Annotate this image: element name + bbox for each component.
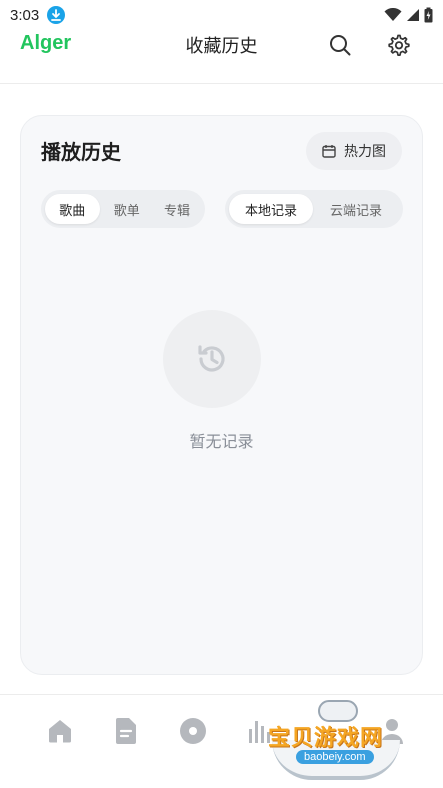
- heatmap-button[interactable]: 热力图: [306, 132, 402, 170]
- tab-playlists[interactable]: 歌单: [100, 194, 155, 224]
- watermark-title: 宝贝游戏网: [268, 726, 384, 751]
- nav-document[interactable]: [110, 715, 142, 747]
- source-tabs: 本地记录 云端记录: [225, 190, 403, 228]
- empty-state-illustration: [163, 310, 261, 408]
- history-icon: [198, 345, 225, 372]
- search-icon: [330, 35, 351, 56]
- gear-icon: [388, 34, 410, 56]
- page-title: 收藏历史: [185, 36, 258, 57]
- disc-icon: [180, 718, 206, 744]
- settings-button[interactable]: [386, 32, 412, 58]
- heatmap-label: 热力图: [344, 144, 386, 160]
- nav-disc[interactable]: [177, 715, 209, 747]
- watermark-url: baobeiy.com: [296, 750, 374, 764]
- status-icons: [384, 7, 433, 23]
- home-icon: [49, 720, 71, 743]
- document-icon: [116, 718, 136, 744]
- tab-songs[interactable]: 歌曲: [45, 194, 100, 224]
- calendar-icon: [322, 145, 336, 158]
- gamepad-icon: [318, 700, 358, 722]
- card-title: 播放历史: [41, 140, 121, 164]
- tab-local-records[interactable]: 本地记录: [229, 194, 313, 224]
- nav-home[interactable]: [44, 715, 76, 747]
- status-bar: 3:03: [0, 0, 443, 30]
- app-header: Alger 收藏历史: [0, 28, 443, 84]
- status-time: 3:03: [10, 6, 40, 24]
- type-tabs: 歌曲 歌单 专辑: [41, 190, 205, 228]
- play-history-card: 播放历史 热力图 歌曲 歌单 专辑 本地记录 云端记录 暂无记录: [20, 115, 423, 675]
- search-button[interactable]: [327, 32, 353, 58]
- wifi-icon: [384, 8, 402, 21]
- tab-cloud-records[interactable]: 云端记录: [313, 194, 399, 224]
- empty-state-text: 暂无记录: [189, 432, 254, 451]
- battery-charging-icon: [424, 7, 433, 23]
- watermark: 宝贝游戏网 baobeiy.com: [262, 696, 412, 784]
- tab-albums[interactable]: 专辑: [154, 194, 201, 224]
- download-badge-icon: [47, 6, 66, 24]
- signal-icon: [407, 9, 419, 21]
